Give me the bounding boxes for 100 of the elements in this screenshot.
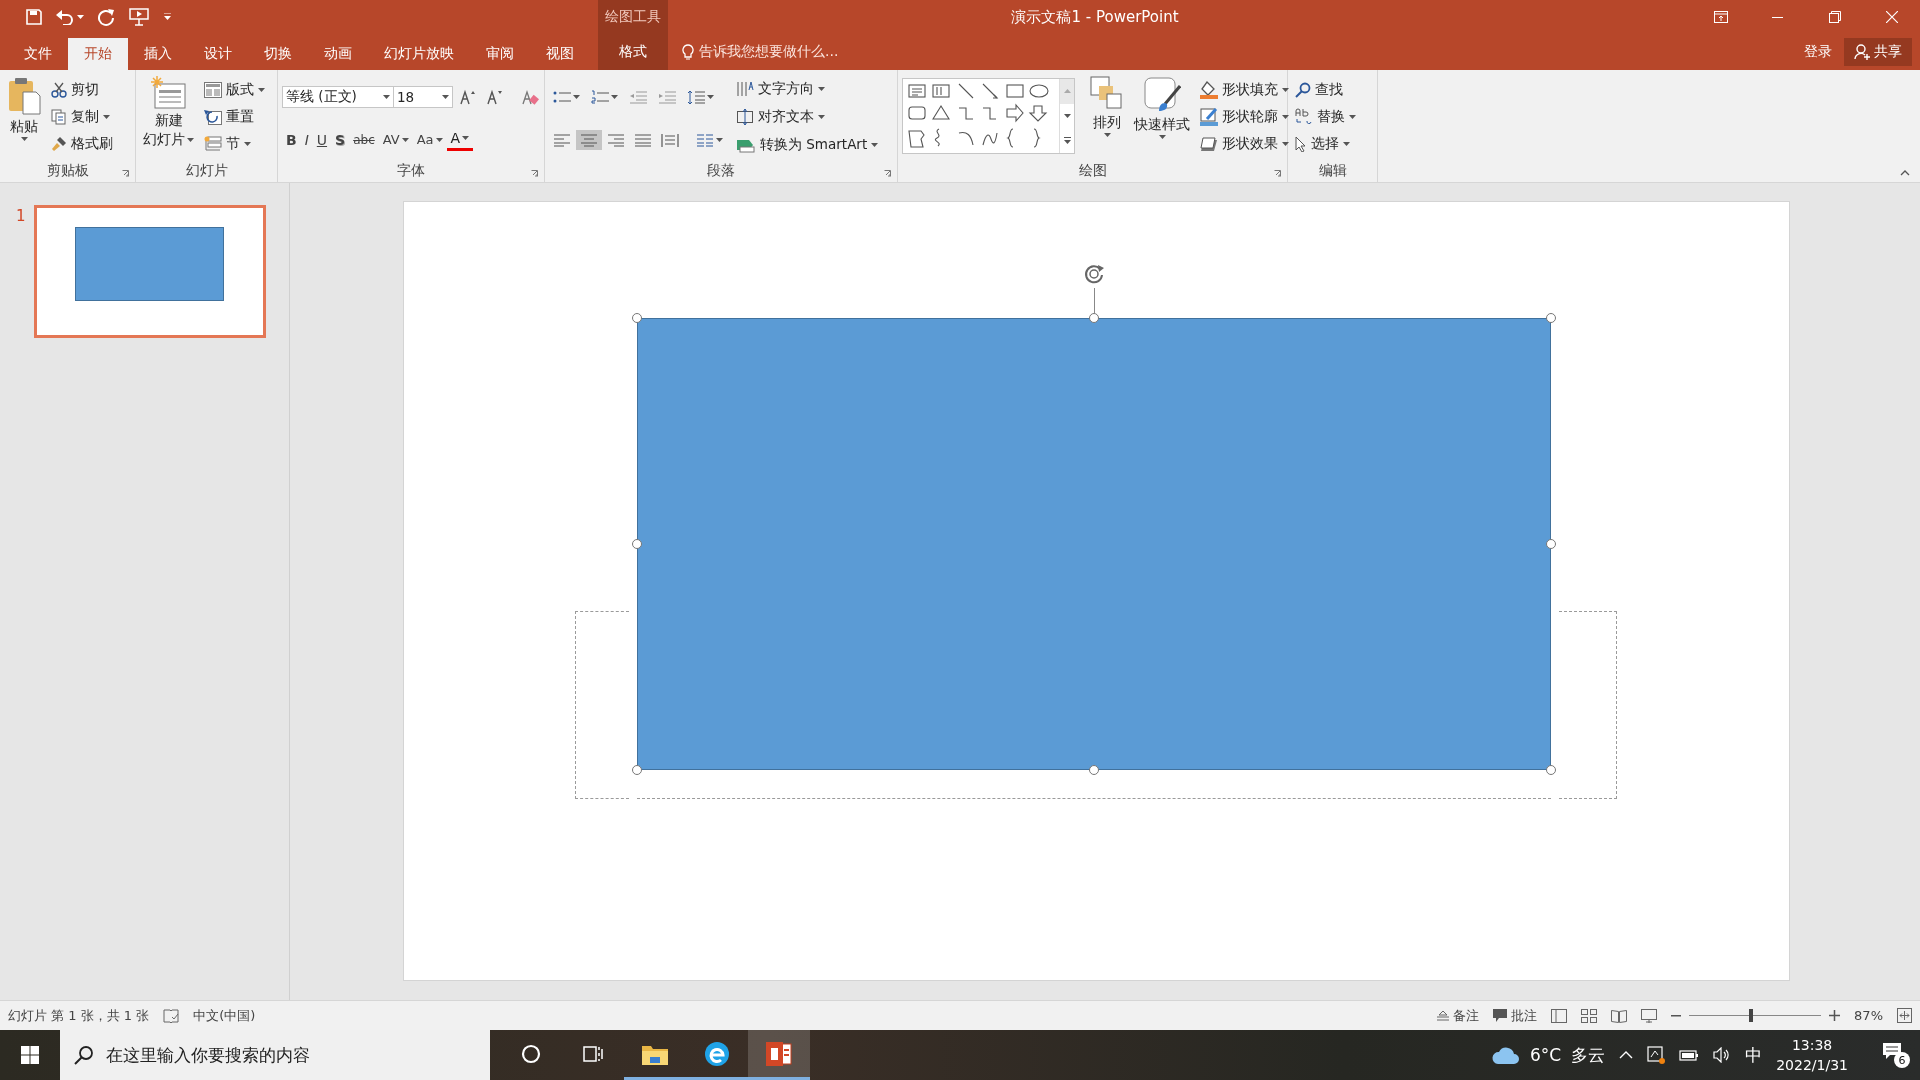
normal-view-button[interactable] xyxy=(1551,1008,1568,1023)
format-painter-button[interactable]: 格式刷 xyxy=(48,133,116,156)
ribbon-tab[interactable]: 插入 xyxy=(128,38,188,70)
text-direction-icon xyxy=(736,80,754,98)
ribbon-tab[interactable]: 文件 xyxy=(8,38,68,70)
dialog-launcher-button[interactable] xyxy=(884,170,891,177)
strikethrough-button[interactable]: abc xyxy=(349,128,379,151)
find-button[interactable]: 查找 xyxy=(1292,78,1359,101)
ribbon-tab[interactable]: 开始 xyxy=(68,38,128,70)
redo-button[interactable] xyxy=(98,8,115,26)
collapse-ribbon-button[interactable] xyxy=(1900,170,1910,176)
comments-button[interactable]: 批注 xyxy=(1493,1006,1538,1025)
copy-button[interactable]: 复制 xyxy=(48,106,116,128)
caret-icon xyxy=(103,115,110,119)
tray-app-button[interactable] xyxy=(1647,1046,1666,1064)
resize-handle[interactable] xyxy=(632,312,643,323)
volume-button[interactable] xyxy=(1713,1047,1732,1063)
fit-slide-button[interactable] xyxy=(1897,1008,1912,1023)
ribbon-tab[interactable]: 审阅 xyxy=(470,38,530,70)
slide-thumbnail[interactable] xyxy=(34,205,266,338)
resize-handle[interactable] xyxy=(632,764,643,775)
taskbar-app-button[interactable] xyxy=(748,1030,810,1080)
dialog-launcher-button[interactable] xyxy=(1274,170,1281,177)
ribbon-tab[interactable]: 视图 xyxy=(530,38,590,70)
increase-indent-icon xyxy=(658,89,676,104)
bold-button[interactable]: B xyxy=(282,128,301,151)
section-button[interactable]: 节 xyxy=(201,133,268,156)
ribbon-tab[interactable]: 格式 xyxy=(598,34,668,70)
change-case-button[interactable]: Aa xyxy=(412,128,447,151)
caret-icon xyxy=(1349,115,1356,119)
arrange-button[interactable]: 排列 xyxy=(1087,74,1127,160)
save-icon xyxy=(26,9,42,25)
replace-button[interactable]: 替换 xyxy=(1292,106,1359,128)
notification-button[interactable]: 6 xyxy=(1882,1042,1910,1068)
ribbon-tab[interactable]: 动画 xyxy=(308,38,368,70)
tell-me-field[interactable]: 告诉我您想要做什么... xyxy=(682,34,1804,70)
input-method-button[interactable]: 中 xyxy=(1745,1043,1763,1067)
align-button[interactable] xyxy=(576,129,602,150)
notes-button[interactable]: 备注 xyxy=(1437,1006,1480,1025)
cut-button[interactable]: 剪切 xyxy=(48,78,116,101)
justify-icon xyxy=(634,132,652,147)
caret-icon xyxy=(1282,142,1289,147)
language-indicator[interactable]: 中文(中国) xyxy=(193,1006,256,1025)
dialog-launcher-button[interactable] xyxy=(122,170,129,177)
font-color-button[interactable]: A xyxy=(446,128,474,151)
customize-button[interactable] xyxy=(163,13,172,21)
caret-icon xyxy=(462,136,470,140)
ribbon-tab[interactable]: 设计 xyxy=(188,38,248,70)
sign-in-link[interactable]: 登录 xyxy=(1804,43,1832,61)
underline-button[interactable]: U xyxy=(312,128,332,151)
ribbon-tab[interactable]: 幻灯片放映 xyxy=(368,38,470,70)
paste-button[interactable]: 粘贴 xyxy=(4,74,44,160)
zoom-in-button[interactable] xyxy=(1829,1010,1841,1021)
font-name-field[interactable]: 等线 (正文) xyxy=(282,85,394,108)
slideshow-button[interactable] xyxy=(129,8,149,26)
zoom-level[interactable]: 87% xyxy=(1854,1008,1883,1023)
resize-handle[interactable] xyxy=(1545,538,1556,549)
battery-button[interactable] xyxy=(1679,1049,1700,1061)
quick-styles-button[interactable]: 快速样式 xyxy=(1131,74,1193,160)
dialog-launcher-button[interactable] xyxy=(531,170,538,177)
resize-handle[interactable] xyxy=(1545,764,1556,775)
resize-handle[interactable] xyxy=(1088,764,1099,775)
search-icon xyxy=(74,1045,94,1065)
character-spacing-button[interactable]: AV xyxy=(378,128,413,151)
launcher-icon xyxy=(1274,170,1281,177)
slider-thumb[interactable] xyxy=(1749,1008,1754,1022)
text-direction-button[interactable]: 文字方向 xyxy=(733,78,882,100)
convert-to-smartart-button[interactable]: 转换为 SmartArt xyxy=(733,134,882,156)
save-button[interactable] xyxy=(26,9,42,25)
share-button[interactable]: 共享 xyxy=(1844,38,1912,66)
reading-view-button[interactable] xyxy=(1611,1008,1628,1023)
caret-icon xyxy=(401,137,409,142)
layout-button[interactable]: 版式 xyxy=(201,78,268,101)
slide-sorter-button[interactable] xyxy=(1581,1008,1598,1023)
format-painter-icon xyxy=(51,136,67,153)
undo-button[interactable] xyxy=(56,9,84,25)
resize-handle[interactable] xyxy=(1088,312,1099,323)
ribbon-display-icon xyxy=(1713,11,1728,23)
font-size-field[interactable]: 18 xyxy=(393,85,453,108)
tray-app-icon xyxy=(1647,1046,1666,1064)
show-hidden-icons-button[interactable] xyxy=(1619,1051,1634,1059)
ribbon-tab[interactable]: 切换 xyxy=(248,38,308,70)
weather-widget[interactable]: 6°C 多云 xyxy=(1492,1043,1606,1067)
caret-icon xyxy=(1343,142,1350,147)
italic-button[interactable]: I xyxy=(300,128,313,151)
new-slide-button[interactable]: 新建 幻灯片 xyxy=(140,74,197,160)
resize-handle[interactable] xyxy=(1545,312,1556,323)
taskbar-search-field[interactable]: 在这里输入你要搜索的内容 xyxy=(60,1030,490,1080)
accessibility-button[interactable] xyxy=(163,1008,180,1023)
resize-handle[interactable] xyxy=(632,538,643,549)
shape-effects-button[interactable]: 形状效果 xyxy=(1197,133,1292,156)
zoom-out-button[interactable] xyxy=(1671,1014,1682,1017)
shape-outline-button[interactable]: 形状轮廓 xyxy=(1197,106,1292,128)
align-text-button[interactable]: 对齐文本 xyxy=(733,106,882,128)
taskbar-clock[interactable]: 13:38 2022/1/31 xyxy=(1776,1035,1848,1075)
slideshow-view-button[interactable] xyxy=(1641,1008,1658,1023)
text-shadow-button[interactable]: S xyxy=(331,128,350,151)
shape-fill-button[interactable]: 形状填充 xyxy=(1197,78,1292,101)
select-button[interactable]: 选择 xyxy=(1292,133,1359,156)
reset-button[interactable]: 重置 xyxy=(201,106,268,128)
